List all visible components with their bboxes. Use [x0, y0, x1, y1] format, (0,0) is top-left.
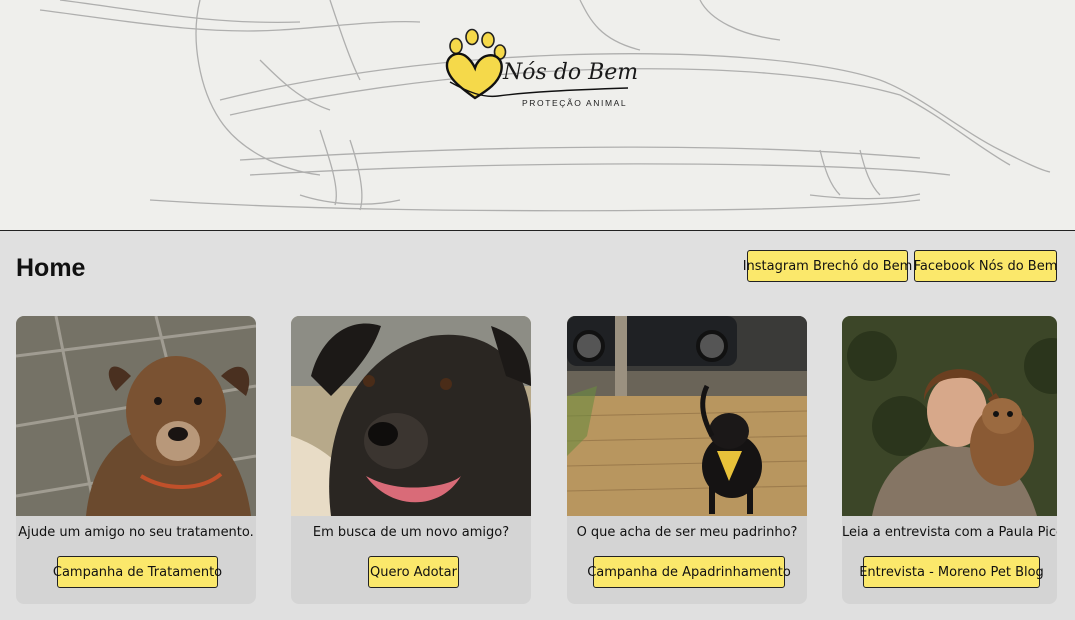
card-caption: Em busca de um novo amigo? [312, 525, 510, 540]
adopt-button[interactable]: Quero Adotar [368, 556, 459, 588]
dog-on-sidewalk-photo [567, 316, 807, 516]
logo-title: Nós do Bem [503, 60, 639, 85]
card-adopt: Em busca de um novo amigo? Quero Adotar [291, 316, 531, 604]
instagram-brecho-button[interactable]: Instagram Brechó do Bem [743, 250, 912, 282]
brindle-dog-photo [16, 316, 256, 516]
interview-blog-button[interactable]: Entrevista - Moreno Pet Blog [859, 556, 1044, 588]
facebook-nos-do-bem-button[interactable]: Facebook Nós do Bem [914, 250, 1057, 282]
page-title: Home [16, 254, 86, 282]
header-banner: Nós do Bem PROTEÇÃO ANIMAL [0, 0, 1075, 231]
card-caption: O que acha de ser meu padrinho? [576, 525, 798, 540]
card-caption: Ajude um amigo no seu tratamento. [18, 525, 254, 540]
card-caption: Leia a entrevista com a Paula Picceli! [842, 525, 1057, 540]
logo-subtitle: PROTEÇÃO ANIMAL [522, 98, 628, 108]
woman-with-puppy-photo [842, 316, 1057, 516]
treatment-campaign-button[interactable]: Campanha de Tratamento [53, 556, 222, 588]
sponsorship-campaign-button[interactable]: Campanha de Apadrinhamento [587, 556, 791, 588]
card-treatment: Ajude um amigo no seu tratamento. Campan… [16, 316, 256, 604]
card-interview: Leia a entrevista com a Paula Picceli! E… [842, 316, 1057, 604]
black-dog-photo [291, 316, 531, 516]
card-sponsor: O que acha de ser meu padrinho? Campanha… [567, 316, 807, 604]
main-content: Home Instagram Brechó do Bem Facebook Nó… [0, 232, 1075, 620]
